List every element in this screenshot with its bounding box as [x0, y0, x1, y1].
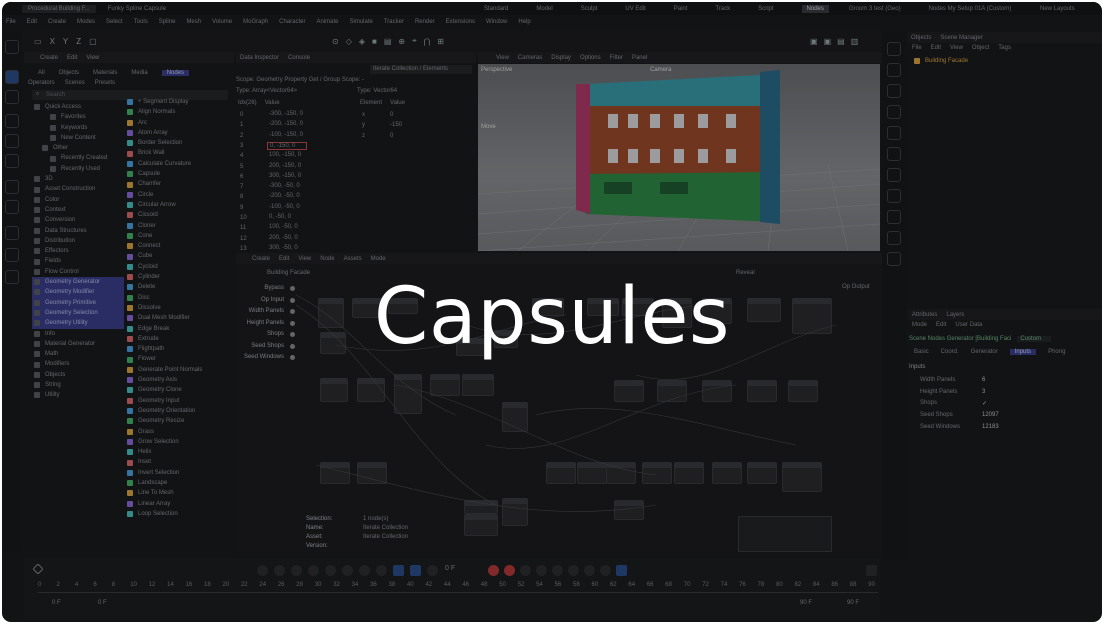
app-window: Procedural Building F... Funky Spline Ca… [2, 2, 1102, 622]
overlay-title: Capsules [373, 272, 731, 362]
